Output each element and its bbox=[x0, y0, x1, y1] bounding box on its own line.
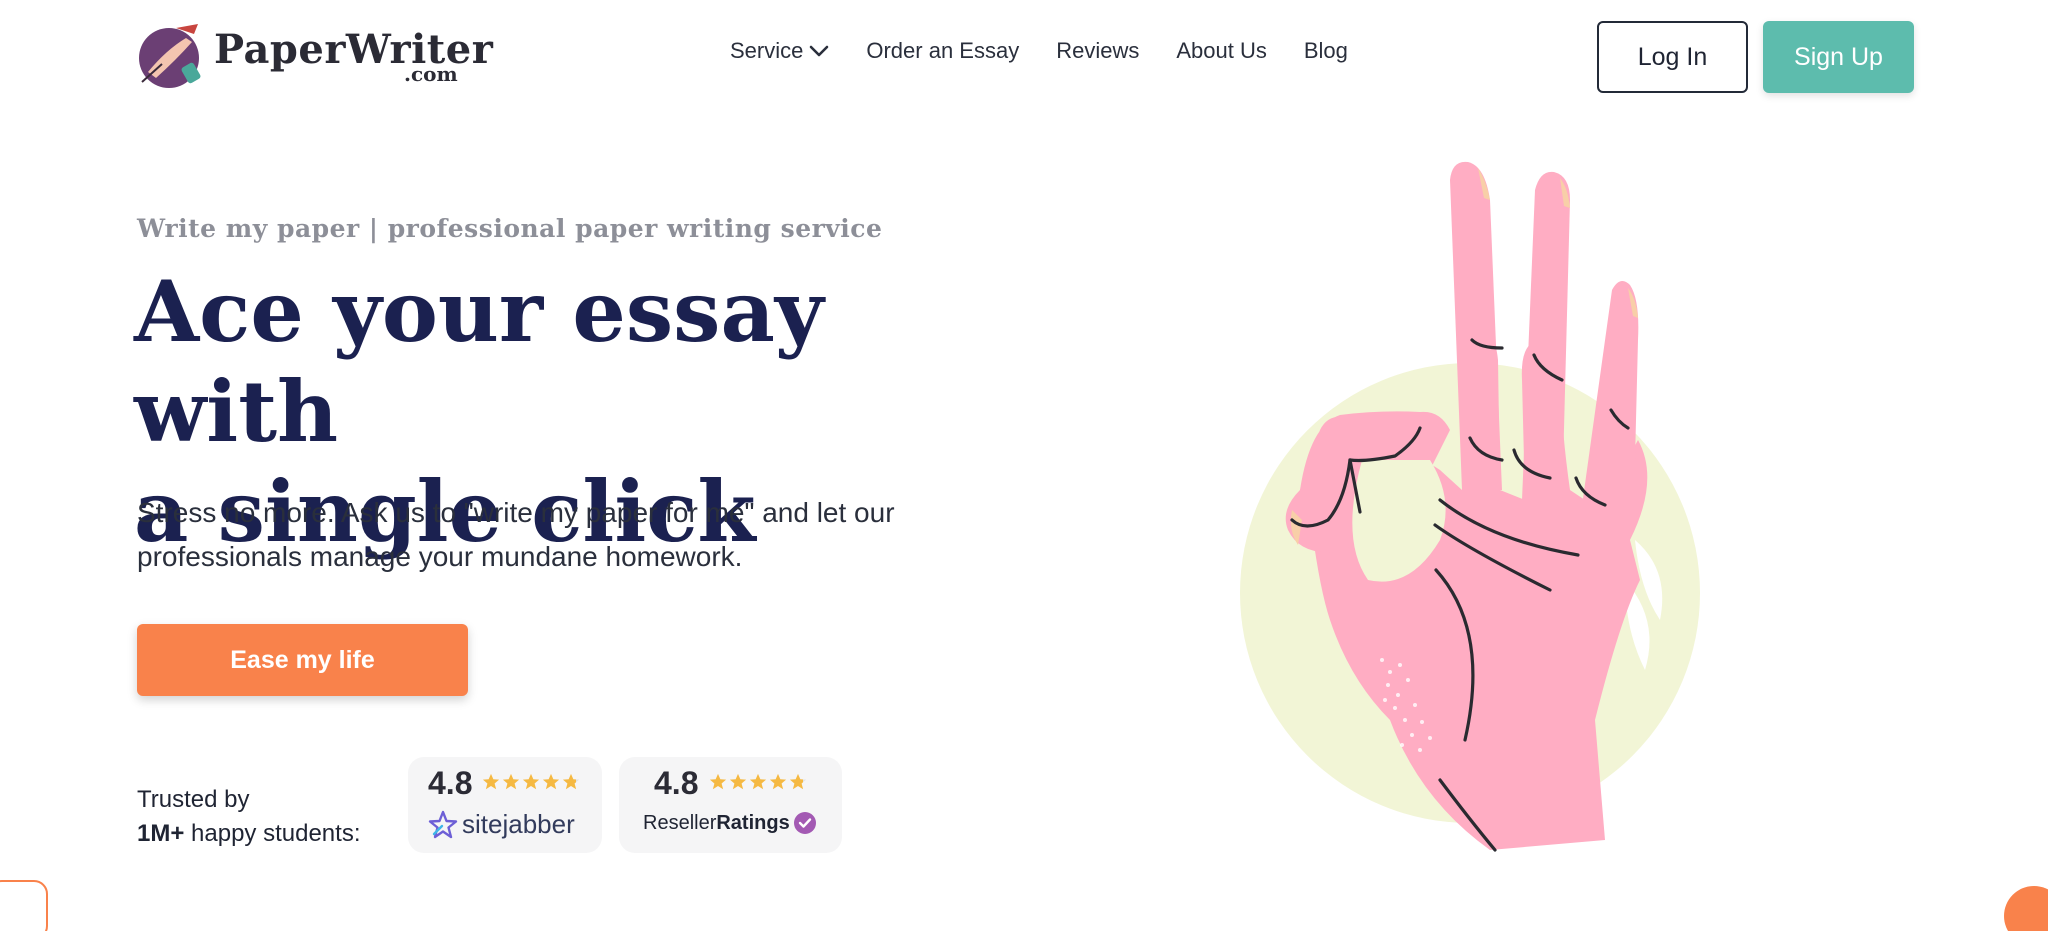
sitejabber-rating-card[interactable]: 4.8 sitejabber bbox=[408, 757, 602, 853]
rating-score: 4.8 bbox=[654, 765, 699, 801]
star-icon bbox=[482, 773, 500, 790]
nav-item-label: Order an Essay bbox=[866, 38, 1020, 63]
star-icon bbox=[542, 773, 560, 790]
trusted-by-text: Trusted by 1M+ happy students: bbox=[137, 783, 360, 851]
nav-item-label: Blog bbox=[1303, 38, 1348, 63]
star-icon bbox=[502, 773, 520, 790]
rating-score: 4.8 bbox=[428, 765, 473, 801]
star-half-icon bbox=[562, 773, 580, 790]
sitejabber-logo: sitejabber bbox=[428, 809, 575, 840]
login-button[interactable]: Log In bbox=[1597, 21, 1748, 93]
nav-item-label: About Us bbox=[1176, 38, 1267, 63]
nav-item-service[interactable]: Service bbox=[730, 38, 829, 64]
logo-wordmark: PaperWriter .com bbox=[214, 20, 493, 90]
trusted-line-1: Trusted by bbox=[137, 786, 250, 813]
chat-widget-left[interactable] bbox=[0, 880, 48, 931]
star-icon bbox=[522, 773, 540, 790]
reseller-word: Reseller bbox=[643, 811, 717, 834]
nav-item-label: Reviews bbox=[1056, 38, 1140, 63]
trusted-line-2: 1M+ happy students: bbox=[137, 817, 360, 851]
trusted-suffix: happy students: bbox=[184, 820, 361, 847]
nav-item-about-us[interactable]: About Us bbox=[1176, 38, 1267, 64]
quill-logo-icon bbox=[139, 24, 201, 88]
nav-item-blog[interactable]: Blog bbox=[1304, 38, 1348, 64]
star-icon bbox=[729, 773, 747, 790]
verified-check-icon bbox=[793, 812, 816, 834]
resellerratings-brand-text: ResellerRatings bbox=[643, 812, 790, 835]
star-icon bbox=[769, 773, 787, 790]
ease-my-life-button[interactable]: Ease my life bbox=[137, 624, 468, 696]
site-logo[interactable]: PaperWriter .com bbox=[136, 20, 493, 90]
trusted-count: 1M+ bbox=[137, 820, 185, 847]
star-rating bbox=[709, 773, 809, 791]
sitejabber-star-icon bbox=[428, 810, 458, 838]
ratings-word: Ratings bbox=[716, 811, 790, 834]
star-half-icon bbox=[789, 773, 807, 790]
signup-button[interactable]: Sign Up bbox=[1763, 21, 1914, 93]
chat-widget-right[interactable] bbox=[2004, 886, 2048, 931]
resellerratings-logo: ResellerRatings bbox=[643, 811, 817, 835]
hero-kicker: Write my paper | professional paper writ… bbox=[137, 214, 883, 243]
nav-item-label: Service bbox=[730, 38, 804, 63]
hero-subtext: Stress no more. Ask us to "write my pape… bbox=[137, 497, 895, 572]
main-nav: Service Order an Essay Reviews About Us … bbox=[730, 38, 1348, 64]
nav-item-order-essay[interactable]: Order an Essay bbox=[866, 38, 1019, 64]
star-icon bbox=[709, 773, 727, 790]
headline-line-1: Ace your essay with bbox=[134, 262, 824, 461]
resellerratings-rating-card[interactable]: 4.8 ResellerRatings bbox=[619, 757, 842, 853]
star-rating bbox=[482, 773, 582, 791]
sitejabber-brand-text: sitejabber bbox=[462, 809, 575, 839]
star-icon bbox=[749, 773, 767, 790]
chevron-down-icon bbox=[810, 45, 829, 57]
ok-hand-illustration bbox=[1240, 161, 1700, 852]
site-header: PaperWriter .com Service Order an Essay … bbox=[0, 0, 2048, 114]
nav-item-reviews[interactable]: Reviews bbox=[1056, 38, 1139, 64]
logo-suffix: .com bbox=[404, 62, 458, 86]
